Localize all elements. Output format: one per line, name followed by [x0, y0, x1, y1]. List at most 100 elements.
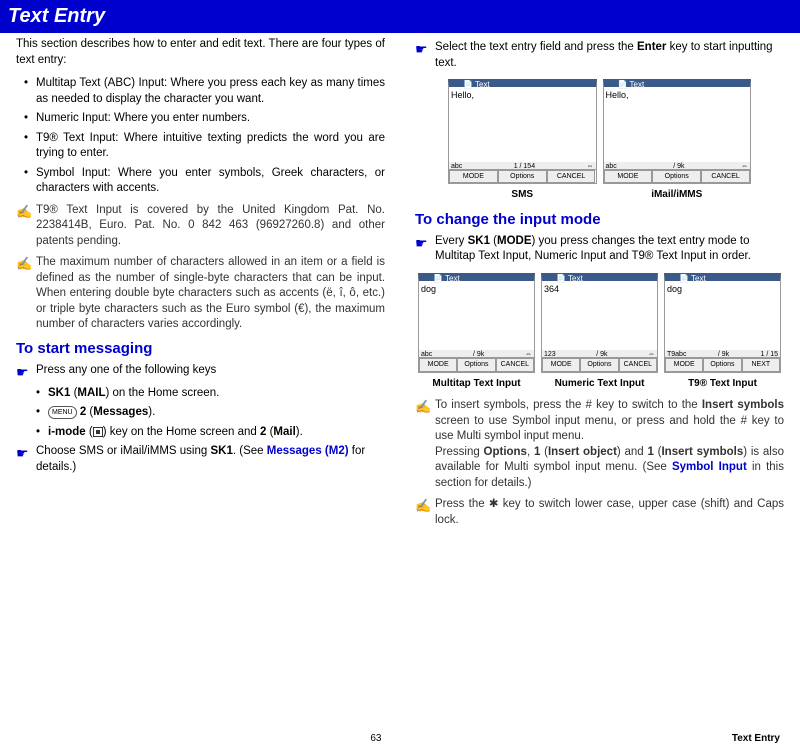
numeric-label: Numeric Text Input [541, 377, 658, 391]
text: ( [490, 235, 497, 247]
step-item: ☛Press any one of the following keys [16, 363, 385, 382]
imail-label: iMail/iMMS [603, 188, 752, 202]
bullet-item: •Symbol Input: Where you enter symbols, … [16, 166, 385, 197]
text: . (See [233, 445, 267, 457]
screenshot-multitap: 📄 Text dog abc/ 9k⇔ MODEOptionsCANCEL Mu… [418, 273, 535, 391]
phone-title: 📄 Text [679, 274, 706, 285]
phone-softkeys: MODEOptionsCANCEL [449, 169, 596, 183]
phone-screen: 📄 Text dog T9abc/ 9k1 / 15 MODEOptionsNE… [664, 273, 781, 373]
page-header: Text Entry [0, 0, 800, 33]
note-item: ✍To insert symbols, press the # key to s… [415, 398, 784, 491]
cancel-button[interactable]: CANCEL [547, 170, 596, 183]
mode-button[interactable]: MODE [542, 358, 580, 371]
bullet-dot: • [16, 111, 36, 127]
options-button[interactable]: Options [457, 358, 495, 371]
screenshots-two: 📄 Text Hello, abc1 / 154⇔ MODEOptionsCAN… [415, 79, 784, 202]
phone-body: dog [419, 281, 534, 359]
multitap-label: Multitap Text Input [418, 377, 535, 391]
intro-text: This section describes how to enter and … [16, 37, 385, 68]
sms-label: SMS [448, 188, 597, 202]
phone-screen: 📄 Text Hello, abc/ 9k⇔ MODEOptionsCANCEL [603, 79, 752, 184]
symbol-input-link[interactable]: Symbol Input [672, 461, 747, 473]
mode-button[interactable]: MODE [604, 170, 653, 183]
mode-button[interactable]: MODE [449, 170, 498, 183]
mode-label: MODE [497, 235, 532, 247]
options-button[interactable]: Options [498, 170, 547, 183]
phone-screen: 📄 Text 364 123/ 9k⇔ MODEOptionsCANCEL [541, 273, 658, 373]
messages-label: Messages [93, 406, 148, 418]
enter-key: Enter [637, 41, 666, 53]
note-item: ✍Press the ✱ key to switch lower case, u… [415, 497, 784, 528]
sub-bullet: •SK1 (MAIL) on the Home screen. [36, 386, 385, 402]
cancel-button[interactable]: CANCEL [701, 170, 750, 183]
options-button[interactable]: Options [580, 358, 618, 371]
note-text: Press the ✱ key to switch lower case, up… [435, 497, 784, 528]
pointer-icon: ☛ [415, 234, 435, 265]
sub-dot: • [36, 386, 48, 402]
section-heading-input-mode: To change the input mode [415, 210, 784, 230]
phone-screen: 📄 Text dog abc/ 9k⇔ MODEOptionsCANCEL [418, 273, 535, 373]
options-button[interactable]: Options [703, 358, 741, 371]
cancel-button[interactable]: CANCEL [619, 358, 657, 371]
options-button[interactable]: Options [652, 170, 701, 183]
right-column: ☛Select the text entry field and press t… [400, 33, 794, 538]
step-text: Press any one of the following keys [36, 363, 385, 382]
cancel-button[interactable]: CANCEL [496, 358, 534, 371]
phone-body: 364 [542, 281, 657, 359]
phone-softkeys: MODEOptionsNEXT [665, 357, 780, 371]
page-number: 63 [20, 732, 732, 746]
text: Every [435, 235, 468, 247]
insert-symbols-label: Insert symbols [702, 399, 784, 411]
step-text: Every SK1 (MODE) you press changes the t… [435, 234, 784, 265]
insert-object-label: Insert object [548, 446, 617, 458]
options-label: Options [484, 446, 527, 458]
phone-title: 📄 Text [556, 274, 583, 285]
sub-text: MENU 2 (Messages). [48, 405, 385, 421]
messages-link[interactable]: Messages (M2) [267, 445, 349, 457]
screenshot-sms: 📄 Text Hello, abc1 / 154⇔ MODEOptionsCAN… [448, 79, 597, 202]
step-item: ☛Every SK1 (MODE) you press changes the … [415, 234, 784, 265]
sub-text: i-mode () key on the Home screen and 2 (… [48, 425, 385, 441]
phone-softkeys: MODEOptionsCANCEL [419, 357, 534, 371]
mode-button[interactable]: MODE [419, 358, 457, 371]
bullet-text: Multitap Text (ABC) Input: Where you pre… [36, 76, 385, 107]
left-column: This section describes how to enter and … [6, 33, 400, 538]
step-item: ☛Choose SMS or iMail/iMMS using SK1. (Se… [16, 444, 385, 475]
bullet-text: Numeric Input: Where you enter numbers. [36, 111, 385, 127]
section-heading-start-messaging: To start messaging [16, 339, 385, 359]
sub-text: SK1 (MAIL) on the Home screen. [48, 386, 385, 402]
text: ) key on the Home screen and [103, 426, 260, 438]
phone-softkeys: MODEOptionsCANCEL [604, 169, 751, 183]
note-item: ✍T9® Text Input is covered by the United… [16, 203, 385, 250]
mode-button[interactable]: MODE [665, 358, 703, 371]
step-text: Select the text entry field and press th… [435, 40, 784, 71]
bullet-dot: • [16, 131, 36, 162]
imode-label: i-mode [48, 426, 86, 438]
mail-label: MAIL [77, 387, 105, 399]
step-text: Choose SMS or iMail/iMMS using SK1. (See… [36, 444, 385, 475]
footer-section-name: Text Entry [732, 732, 780, 746]
phone-screen: 📄 Text Hello, abc1 / 154⇔ MODEOptionsCAN… [448, 79, 597, 184]
note-text: T9® Text Input is covered by the United … [36, 203, 385, 250]
text: Select the text entry field and press th… [435, 41, 637, 53]
note-icon: ✍ [16, 255, 36, 333]
insert-symbols-label: Insert symbols [661, 446, 743, 458]
page-footer: 63 Text Entry [0, 732, 800, 746]
menu-icon: MENU [48, 406, 77, 419]
bullet-item: •Multitap Text (ABC) Input: Where you pr… [16, 76, 385, 107]
mail-label: Mail [273, 426, 295, 438]
bullet-item: •T9® Text Input: Where intuitive texting… [16, 131, 385, 162]
text: Choose SMS or iMail/iMMS using [36, 445, 210, 457]
next-button[interactable]: NEXT [742, 358, 780, 371]
sk1-label: SK1 [48, 387, 70, 399]
bullet-text: Symbol Input: Where you enter symbols, G… [36, 166, 385, 197]
screenshot-imail: 📄 Text Hello, abc/ 9k⇔ MODEOptionsCANCEL… [603, 79, 752, 202]
note-icon: ✍ [415, 398, 435, 491]
pointer-icon: ☛ [16, 444, 36, 475]
pointer-icon: ☛ [415, 40, 435, 71]
imode-icon [93, 427, 103, 437]
sub-dot: • [36, 405, 48, 421]
step-item: ☛Select the text entry field and press t… [415, 40, 784, 71]
bullet-dot: • [16, 76, 36, 107]
note-text: The maximum number of characters allowed… [36, 255, 385, 333]
